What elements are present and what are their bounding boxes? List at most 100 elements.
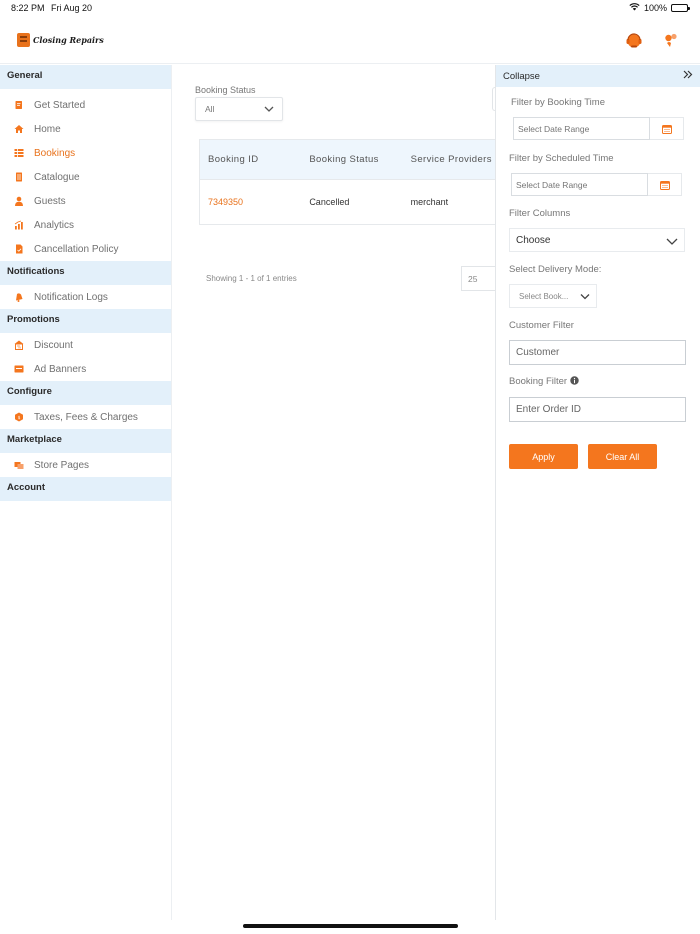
sidebar-item-label: Taxes, Fees & Charges [34,411,138,423]
bookings-icon [14,148,24,158]
sidebar-section-configure: Configure [0,381,171,405]
sidebar-item-store-pages[interactable]: Store Pages [0,453,171,477]
booking-time-range [513,117,684,140]
filter-columns-value: Choose [516,235,551,246]
status-time: 8:22 PM [11,3,45,13]
booking-status-cell: Cancelled [309,197,350,207]
logo-text: Closing Repairs [33,35,104,45]
tax-gear-icon: $ [14,412,24,422]
chevron-down-icon [580,292,590,301]
info-icon[interactable] [570,376,579,387]
store-pages-icon [14,460,24,470]
battery-icon [671,4,690,12]
order-id-input[interactable] [509,397,686,422]
sidebar-section-promotions: Promotions [0,309,171,333]
sidebar-item-bookings[interactable]: Bookings [0,141,171,165]
bookings-table: Booking ID Booking Status Service Provid… [199,139,499,225]
logo-icon [17,33,30,47]
battery-percent: 100% [643,3,667,13]
sidebar: General Get Started Home Bookings Catalo… [0,65,172,920]
discount-store-icon: % [14,340,24,350]
analytics-chart-icon [14,220,24,230]
apply-button[interactable]: Apply [509,444,578,469]
sidebar-item-label: Catalogue [34,171,80,183]
sidebar-item-catalogue[interactable]: Catalogue [0,165,171,189]
sidebar-item-label: Bookings [34,147,76,159]
sidebar-item-label: Home [34,123,61,135]
column-header-booking-status[interactable]: Booking Status [301,154,402,165]
sidebar-item-cancellation-policy[interactable]: Cancellation Policy [0,237,171,261]
delivery-mode-label: Select Delivery Mode: [509,264,602,275]
chevron-down-icon [666,236,678,246]
sidebar-item-label: Cancellation Policy [34,243,119,255]
sidebar-item-label: Get Started [34,99,86,111]
home-indicator[interactable] [243,924,458,928]
column-header-booking-id[interactable]: Booking ID [200,154,301,165]
booking-time-label: Filter by Booking Time [511,97,605,108]
delivery-mode-value: Select Book... [519,292,569,301]
booking-status-value: All [205,104,215,114]
notification-bell-icon [14,292,24,302]
guest-user-icon [14,196,24,206]
status-bar: 8:22 PM Fri Aug 20 100% [0,0,700,18]
sidebar-item-label: Ad Banners [34,363,87,375]
booking-filter-label: Booking Filter [509,376,579,387]
column-header-service-providers[interactable]: Service Providers [403,154,498,165]
sidebar-item-notification-logs[interactable]: Notification Logs [0,285,171,309]
sidebar-item-label: Notification Logs [34,291,108,303]
scheduled-time-label: Filter by Scheduled Time [509,153,614,164]
status-right: 100% [629,3,690,13]
sidebar-item-discount[interactable]: % Discount [0,333,171,357]
user-avatar-icon[interactable] [661,31,681,51]
booking-status-select[interactable]: All [195,97,283,121]
entries-summary: Showing 1 - 1 of 1 entries [206,274,297,283]
booking-filter-text: Booking Filter [509,376,568,387]
scheduled-time-input[interactable] [511,173,648,196]
service-provider-cell: merchant [410,197,449,207]
status-date: Fri Aug 20 [51,3,93,13]
sidebar-item-label: Analytics [34,219,75,231]
filter-panel: Collapse Filter by Booking Time Filter b… [495,65,700,920]
sidebar-item-taxes[interactable]: $ Taxes, Fees & Charges [0,405,171,429]
wifi-icon [629,3,640,13]
calendar-icon[interactable] [648,173,682,196]
home-icon [14,124,24,134]
collapse-label: Collapse [503,70,540,82]
banner-icon [14,364,24,374]
filter-columns-select[interactable]: Choose [509,228,685,252]
bookings-main: Booking Status All Booking ID Booking St… [172,65,501,920]
chevron-down-icon [264,105,274,113]
calendar-icon[interactable] [650,117,684,140]
collapse-bar[interactable]: Collapse [496,65,700,87]
policy-document-icon [14,244,24,254]
booking-id-link[interactable]: 7349350 [200,197,301,207]
sidebar-section-notifications: Notifications [0,261,171,285]
sidebar-item-home[interactable]: Home [0,117,171,141]
customer-filter-label: Customer Filter [509,320,574,331]
svg-text:$: $ [18,415,21,421]
sidebar-item-analytics[interactable]: Analytics [0,213,171,237]
sidebar-section-marketplace: Marketplace [0,429,171,453]
sidebar-item-label: Discount [34,339,73,351]
document-edit-icon [14,100,24,110]
delivery-mode-select[interactable]: Select Book... [509,284,597,308]
sidebar-item-label: Store Pages [34,459,90,471]
catalogue-icon [14,172,24,182]
customer-input[interactable] [509,340,686,365]
sidebar-section-general: General [0,65,171,89]
sidebar-item-label: Guests [34,195,66,207]
svg-text:%: % [17,344,21,349]
sidebar-item-ad-banners[interactable]: Ad Banners [0,357,171,381]
sidebar-item-get-started[interactable]: Get Started [0,93,171,117]
app-header: Closing Repairs [0,18,700,64]
double-chevron-right-icon[interactable] [683,70,693,82]
support-icon[interactable] [624,31,644,51]
sidebar-item-guests[interactable]: Guests [0,189,171,213]
table-row: 7349350 Cancelled merchant [200,180,498,224]
table-header: Booking ID Booking Status Service Provid… [200,140,498,180]
sidebar-section-account[interactable]: Account [0,477,171,501]
brand-logo[interactable]: Closing Repairs [17,33,104,47]
filter-columns-label: Filter Columns [509,208,571,219]
clear-all-button[interactable]: Clear All [588,444,657,469]
booking-time-input[interactable] [513,117,650,140]
